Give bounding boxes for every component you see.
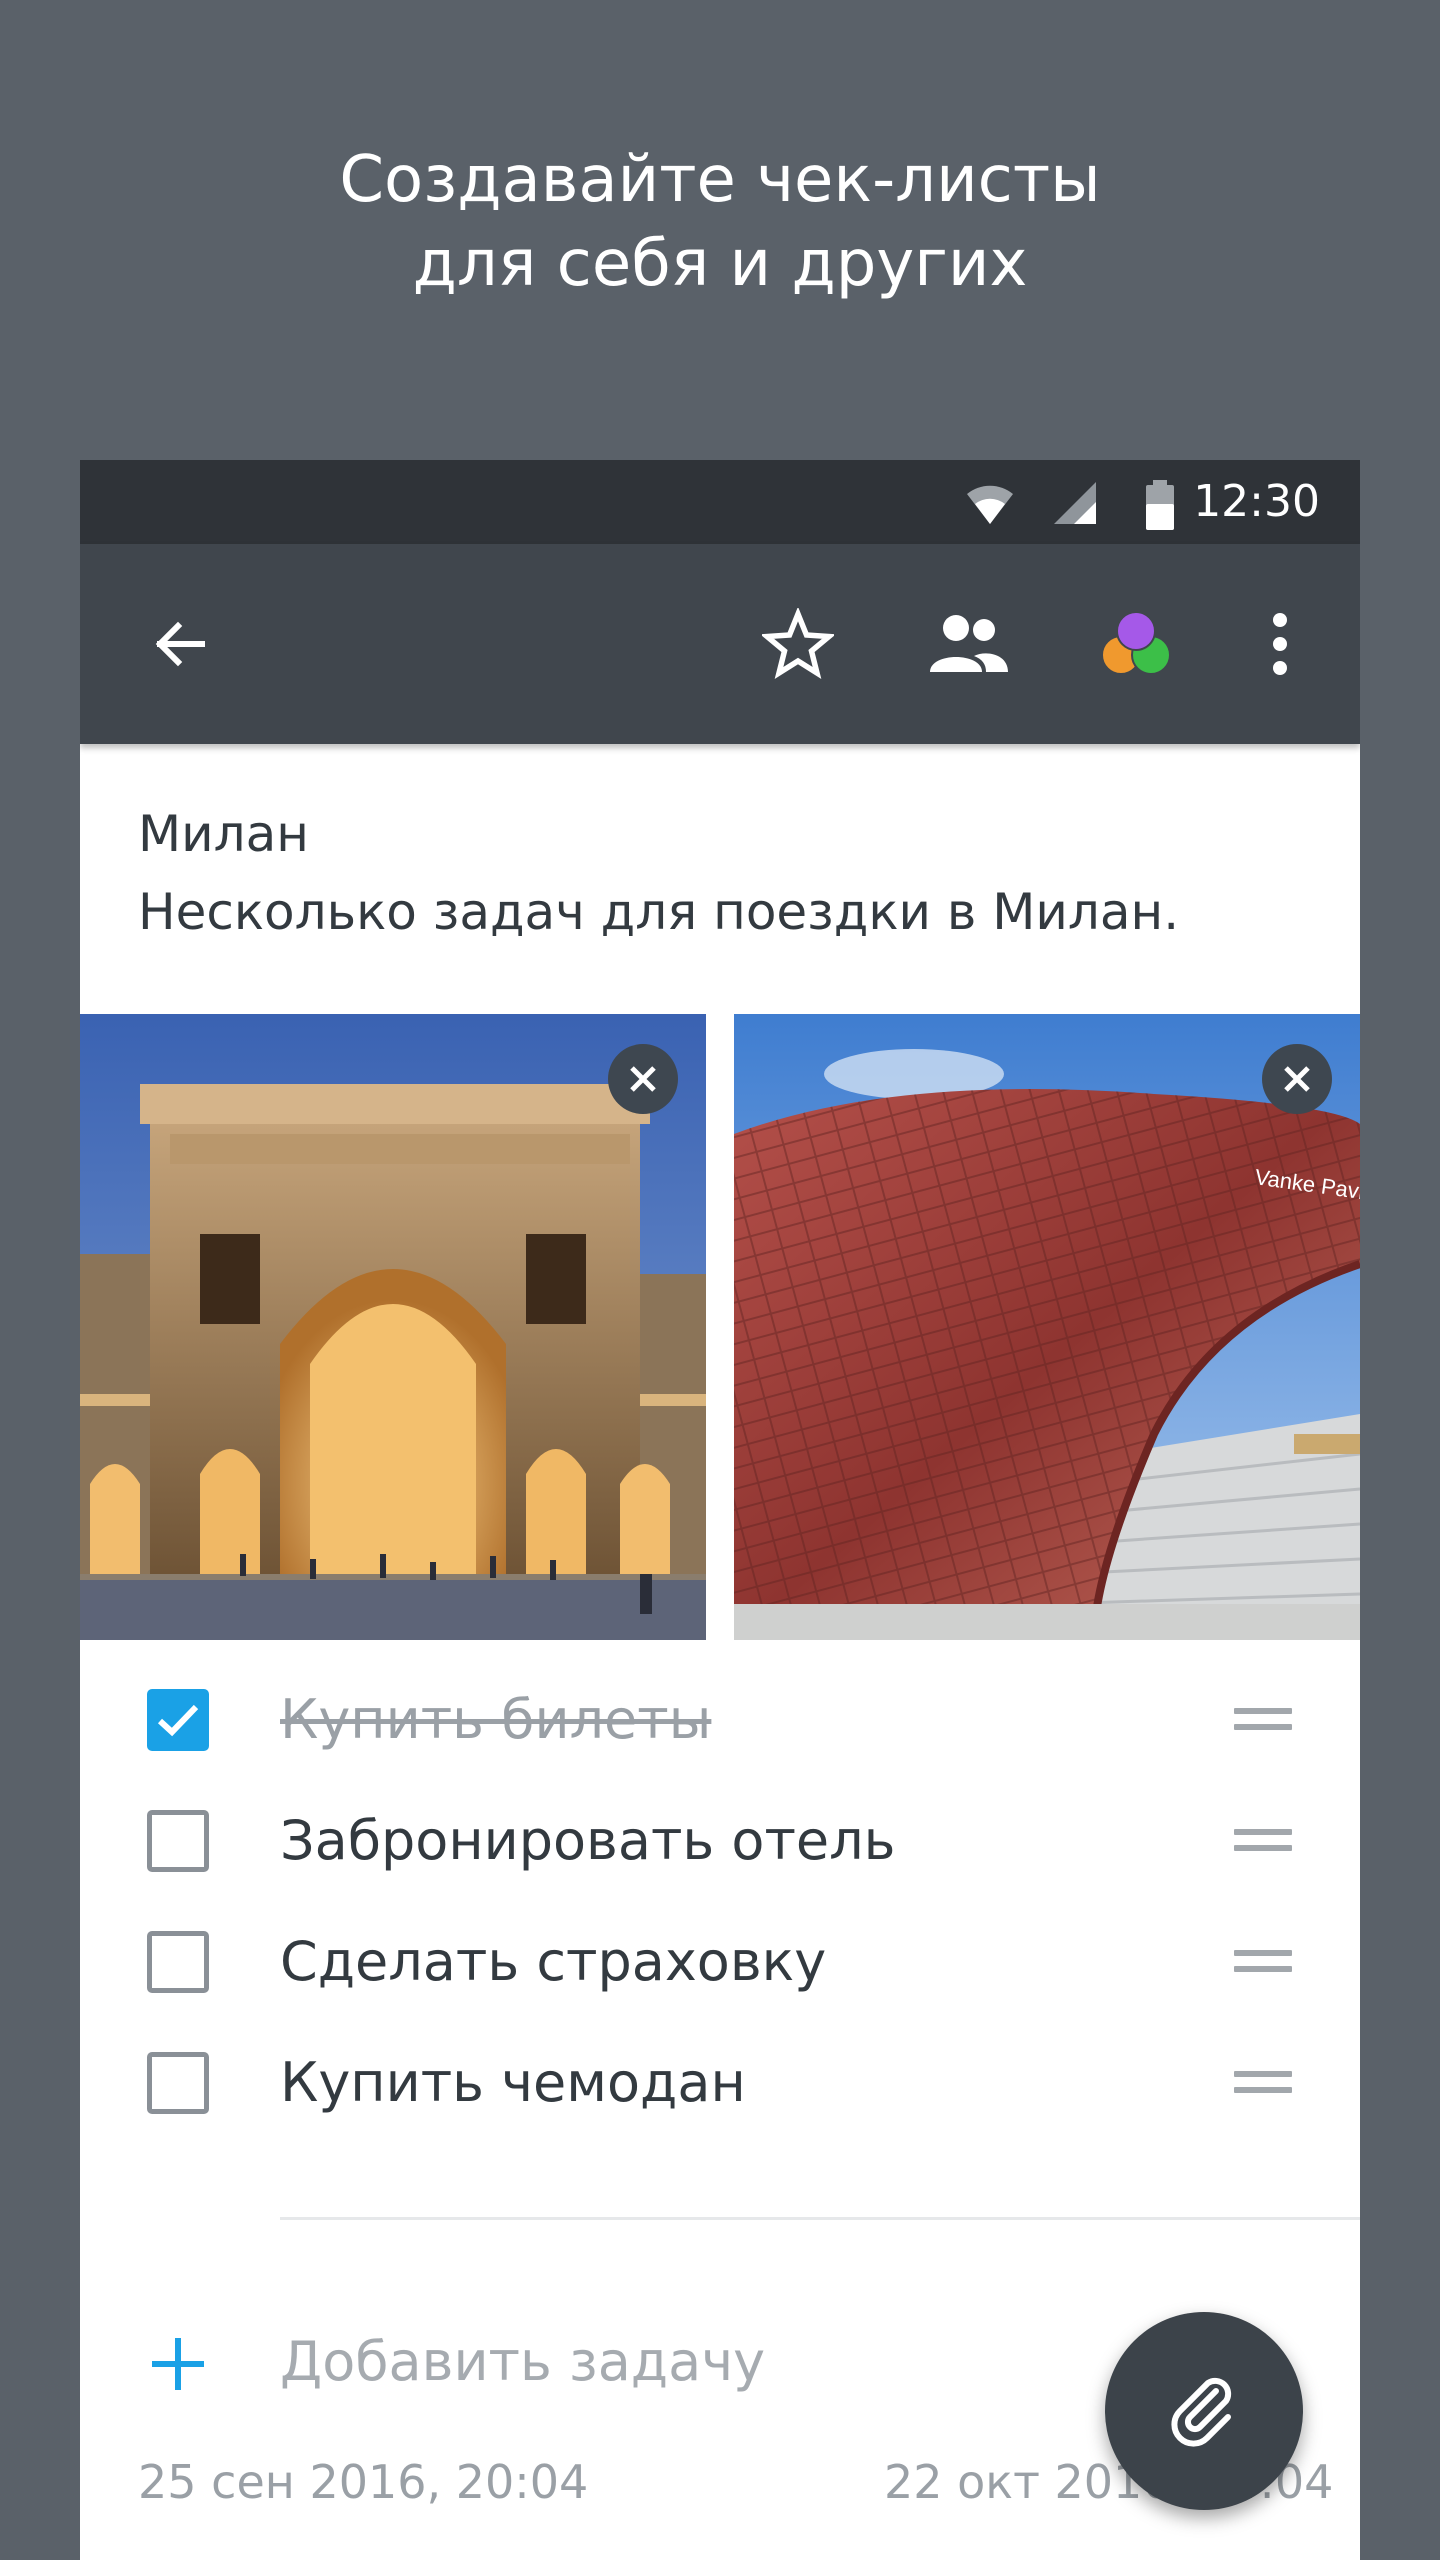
task-checkbox[interactable] bbox=[147, 1931, 209, 1993]
task-item[interactable]: Купить чемодан bbox=[80, 2023, 1360, 2143]
color-palette-icon bbox=[1101, 611, 1171, 675]
drag-handle-icon[interactable] bbox=[1234, 1950, 1292, 1974]
star-outline-icon bbox=[762, 608, 834, 679]
task-item[interactable]: Купить билеты bbox=[80, 1660, 1360, 1780]
created-date: 25 сен 2016, 20:04 bbox=[138, 2455, 589, 2509]
task-checkbox[interactable] bbox=[147, 1689, 209, 1751]
paperclip-icon bbox=[1171, 2377, 1232, 2447]
attach-button[interactable] bbox=[1105, 2312, 1303, 2510]
toolbar bbox=[80, 544, 1360, 744]
gallery-arch-image bbox=[80, 1014, 706, 1640]
promo-line-2: для себя и других bbox=[412, 227, 1028, 301]
phone-screen: 12:30 Милан Несколько задач для поездки … bbox=[80, 460, 1360, 2560]
cellular-signal-icon bbox=[1054, 482, 1096, 524]
note-description[interactable]: Несколько задач для поездки в Милан. bbox=[138, 880, 1179, 944]
remove-photo-button[interactable] bbox=[1262, 1044, 1332, 1114]
drag-handle-icon[interactable] bbox=[1234, 1708, 1292, 1732]
back-button[interactable] bbox=[130, 594, 230, 694]
more-options-button[interactable] bbox=[1230, 594, 1330, 694]
close-icon bbox=[630, 1066, 656, 1092]
promo-headline: Создавайте чек-листы для себя и других bbox=[0, 138, 1440, 306]
task-label[interactable]: Сделать страховку bbox=[280, 1930, 826, 1994]
favorite-button[interactable] bbox=[748, 594, 848, 694]
remove-photo-button[interactable] bbox=[608, 1044, 678, 1114]
pavilion-image: Vanke Pavilion bbox=[734, 1014, 1360, 1640]
divider bbox=[280, 2217, 1360, 2220]
drag-handle-icon[interactable] bbox=[1234, 2071, 1292, 2095]
close-icon bbox=[1284, 1066, 1310, 1092]
wifi-icon bbox=[967, 485, 1013, 524]
plus-icon bbox=[152, 2338, 204, 2390]
promo-line-1: Создавайте чек-листы bbox=[339, 143, 1101, 217]
task-checkbox[interactable] bbox=[147, 1810, 209, 1872]
status-bar: 12:30 bbox=[80, 460, 1360, 544]
back-arrow-icon bbox=[155, 621, 205, 667]
task-label[interactable]: Купить чемодан bbox=[280, 2051, 746, 2115]
photo-attachment[interactable]: Vanke Pavilion bbox=[734, 1014, 1360, 1640]
share-people-button[interactable] bbox=[918, 594, 1018, 694]
people-icon bbox=[930, 615, 1008, 672]
task-label[interactable]: Забронировать отель bbox=[280, 1809, 895, 1873]
note-title[interactable]: Милан bbox=[138, 802, 309, 866]
task-checkbox[interactable] bbox=[147, 2052, 209, 2114]
task-item[interactable]: Забронировать отель bbox=[80, 1781, 1360, 1901]
battery-icon bbox=[1146, 480, 1174, 530]
color-button[interactable] bbox=[1086, 594, 1186, 694]
check-icon bbox=[157, 1704, 199, 1737]
task-label[interactable]: Купить билеты bbox=[280, 1688, 711, 1752]
task-item[interactable]: Сделать страховку bbox=[80, 1902, 1360, 2022]
add-task-label[interactable]: Добавить задачу bbox=[280, 2330, 765, 2394]
more-vert-icon bbox=[1273, 613, 1287, 675]
photo-attachment[interactable] bbox=[80, 1014, 706, 1640]
drag-handle-icon[interactable] bbox=[1234, 1829, 1292, 1853]
status-time: 12:30 bbox=[1193, 476, 1320, 527]
